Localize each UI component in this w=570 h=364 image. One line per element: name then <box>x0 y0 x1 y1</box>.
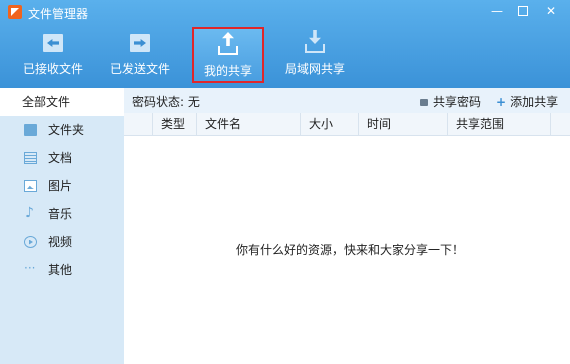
video-icon <box>24 236 37 248</box>
more-icon: ··· <box>24 261 36 275</box>
sidebar: 全部文件 文件夹 文档 图片 ♪ 音乐 视频 ··· 其他 <box>0 88 124 364</box>
app-logo-icon <box>8 5 22 19</box>
sidebar-item-label: 其他 <box>48 263 73 277</box>
sidebar-item-pictures[interactable]: 图片 <box>0 172 124 200</box>
sidebar-item-videos[interactable]: 视频 <box>0 228 124 256</box>
sidebar-item-folders[interactable]: 文件夹 <box>0 116 124 144</box>
window-title: 文件管理器 <box>28 7 89 21</box>
column-header-size[interactable]: 大小 <box>300 113 358 135</box>
my-share-button[interactable]: 我的共享 <box>192 27 264 83</box>
sidebar-item-label: 全部文件 <box>22 95 71 109</box>
sidebar-item-label: 视频 <box>48 235 73 249</box>
sidebar-item-label: 文件夹 <box>48 123 85 137</box>
column-header-type[interactable]: 类型 <box>152 113 196 135</box>
sidebar-item-documents[interactable]: 文档 <box>0 144 124 172</box>
close-button[interactable]: ✕ <box>540 2 562 20</box>
music-icon: ♪ <box>25 205 34 221</box>
file-list-panel: 密码状态: 无 共享密码 + 添加共享 类型 文件名 大小 时间 共享范围 你有什… <box>124 88 570 364</box>
sidebar-item-label: 文档 <box>48 151 73 165</box>
lan-share-download-icon <box>303 30 327 54</box>
empty-state-message: 你有什么好的资源，快来和大家分享一下！ <box>236 243 465 257</box>
toolbar-area: 文件管理器 — ✕ 已接收文件 已发送文件 我的共享 局域网共享 <box>0 0 570 88</box>
minimize-button[interactable]: — <box>486 2 508 20</box>
received-files-icon <box>41 30 65 54</box>
received-files-button[interactable]: 已接收文件 <box>18 27 88 82</box>
password-status: 密码状态: 无 <box>132 95 200 109</box>
share-info-bar: 密码状态: 无 共享密码 + 添加共享 <box>124 88 570 113</box>
column-header-time[interactable]: 时间 <box>358 113 447 135</box>
lock-icon <box>420 99 428 106</box>
table-header: 类型 文件名 大小 时间 共享范围 <box>124 113 570 136</box>
sent-files-label: 已发送文件 <box>109 62 170 76</box>
lan-share-label: 局域网共享 <box>284 62 345 76</box>
column-header-spacer <box>550 113 570 135</box>
sidebar-item-all-files[interactable]: 全部文件 <box>0 88 124 116</box>
add-share-button[interactable]: + 添加共享 <box>496 93 558 110</box>
column-header-filename[interactable]: 文件名 <box>196 113 300 135</box>
sidebar-item-music[interactable]: ♪ 音乐 <box>0 200 124 228</box>
add-share-label: 添加共享 <box>510 95 559 109</box>
received-files-label: 已接收文件 <box>22 62 83 76</box>
column-header-share-scope[interactable]: 共享范围 <box>447 113 550 135</box>
maximize-button[interactable] <box>512 2 534 20</box>
share-password-button[interactable]: 共享密码 <box>420 93 481 110</box>
title-bar[interactable]: 文件管理器 — ✕ <box>0 0 570 24</box>
sidebar-item-other[interactable]: ··· 其他 <box>0 256 124 284</box>
picture-icon <box>24 180 37 192</box>
my-share-label: 我的共享 <box>203 64 252 78</box>
document-icon <box>24 152 37 164</box>
share-password-label: 共享密码 <box>433 95 482 109</box>
lan-share-button[interactable]: 局域网共享 <box>280 27 350 82</box>
sent-files-button[interactable]: 已发送文件 <box>105 27 175 82</box>
file-manager-window: 文件管理器 — ✕ 已接收文件 已发送文件 我的共享 局域网共享 全部文件 文件… <box>0 0 570 364</box>
sidebar-item-label: 图片 <box>48 179 73 193</box>
my-share-upload-icon <box>216 32 240 56</box>
sent-files-icon <box>128 30 152 54</box>
folder-icon <box>24 124 37 136</box>
plus-icon: + <box>496 95 507 109</box>
maximize-icon <box>518 6 528 16</box>
sidebar-item-label: 音乐 <box>48 207 73 221</box>
